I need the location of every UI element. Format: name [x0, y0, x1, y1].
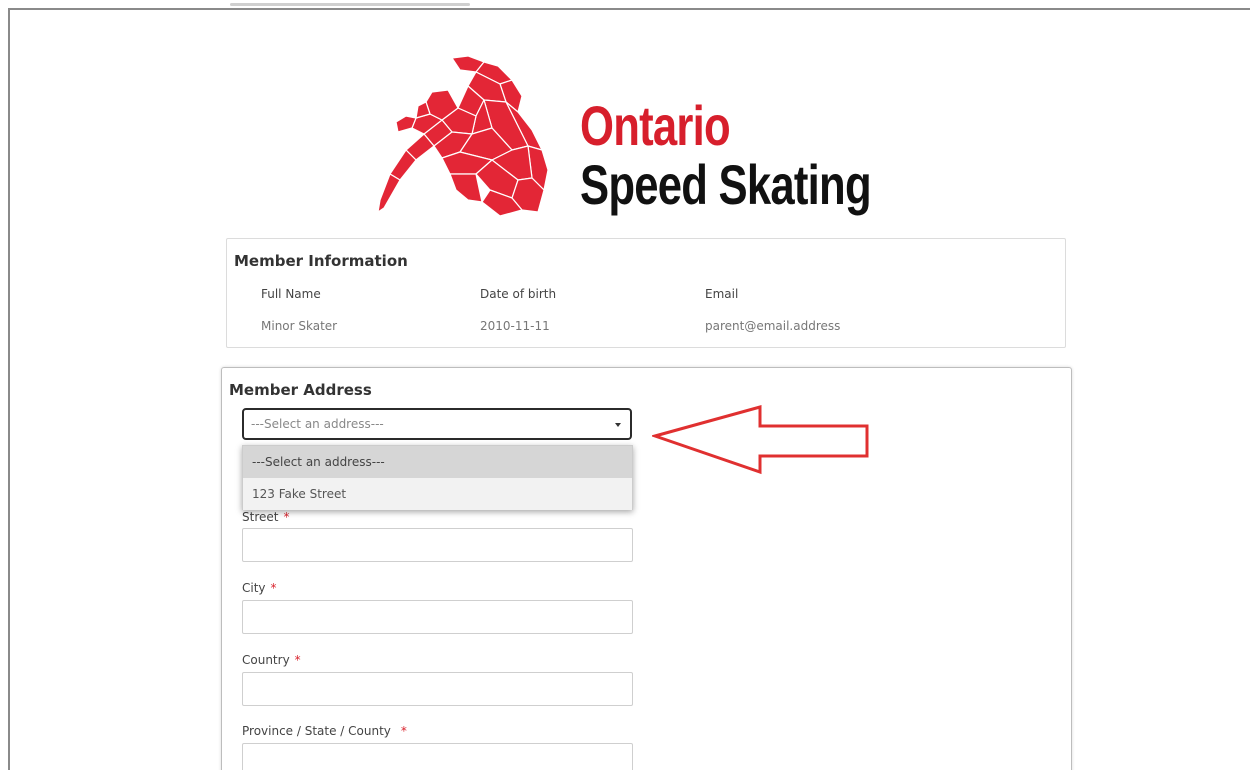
- required-marker: *: [294, 653, 301, 667]
- cutoff-header-text: [230, 0, 470, 8]
- province-input[interactable]: [242, 743, 633, 770]
- country-label-text: Country: [242, 653, 290, 667]
- date-of-birth-label: Date of birth: [480, 287, 557, 301]
- city-label-text: City: [242, 581, 266, 595]
- ontario-speed-skating-logo: Ontario Speed Skating: [372, 50, 917, 222]
- logo-text-speed-skating: Speed Skating: [580, 153, 872, 216]
- full-name-value: Minor Skater: [261, 319, 338, 333]
- member-address-title: Member Address: [229, 381, 372, 399]
- dropdown-option-address[interactable]: 123 Fake Street: [243, 478, 632, 510]
- required-marker: *: [270, 581, 277, 595]
- required-marker: *: [400, 724, 407, 738]
- email-label: Email: [705, 287, 739, 301]
- address-select-value: ---Select an address---: [251, 417, 384, 431]
- street-label: Street *: [242, 510, 289, 524]
- dropdown-option-placeholder[interactable]: ---Select an address---: [243, 446, 632, 478]
- email-value: parent@email.address: [705, 319, 841, 333]
- province-label: Province / State / County *: [242, 724, 407, 738]
- member-address-panel: Member Address ---Select an address--- S…: [221, 367, 1072, 770]
- address-dropdown-list: ---Select an address--- 123 Fake Street: [242, 445, 633, 510]
- skater-emblem-icon: [377, 55, 549, 217]
- logo-text-ontario: Ontario: [580, 94, 731, 157]
- country-label: Country *: [242, 653, 301, 667]
- address-select[interactable]: ---Select an address---: [242, 408, 632, 440]
- required-marker: *: [283, 510, 290, 524]
- country-input[interactable]: [242, 672, 633, 706]
- full-name-label: Full Name: [261, 287, 321, 301]
- member-information-title: Member Information: [234, 252, 408, 270]
- chevron-down-icon: [615, 423, 621, 427]
- street-label-text: Street: [242, 510, 279, 524]
- province-label-text: Province / State / County: [242, 724, 391, 738]
- date-of-birth-value: 2010-11-11: [480, 319, 550, 333]
- red-arrow-annotation-icon: [652, 405, 869, 475]
- street-input[interactable]: [242, 528, 633, 562]
- city-label: City *: [242, 581, 277, 595]
- window-left-border: [8, 8, 10, 770]
- window-top-border: [8, 8, 1250, 10]
- city-input[interactable]: [242, 600, 633, 634]
- member-information-panel: Member Information Full Name Date of bir…: [226, 238, 1066, 348]
